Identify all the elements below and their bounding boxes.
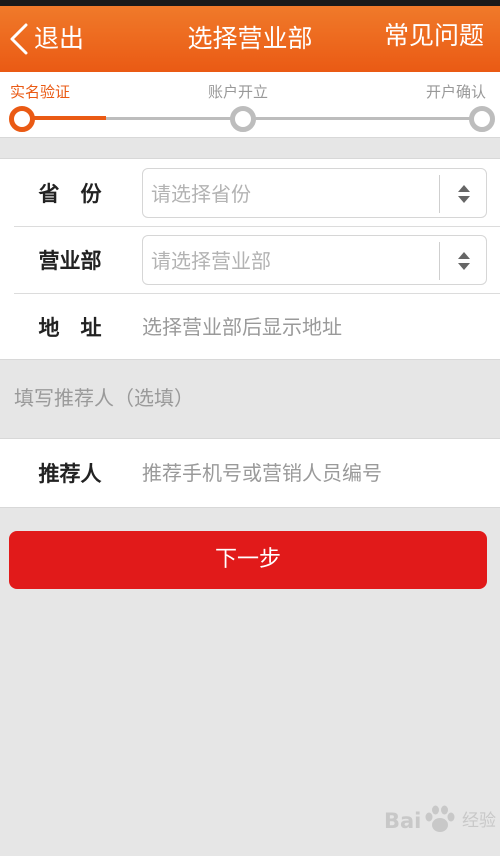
province-label: 省 份: [38, 182, 102, 206]
referrer-section-title: 填写推荐人（选填）: [14, 386, 194, 410]
progress-steps: 实名验证 账户开立 开户确认: [0, 72, 500, 138]
baidu-jingyan-watermark: Bai 经验: [384, 800, 496, 840]
branch-label: 营业部: [38, 249, 102, 273]
province-row: 省 份 请选择省份: [0, 160, 500, 226]
step-label-open-account: 账户开立: [208, 83, 269, 101]
step-dot-verify: [9, 106, 35, 132]
step-label-verify: 实名验证: [10, 83, 71, 101]
referrer-form: 推荐人 推荐手机号或营销人员编号: [0, 438, 500, 508]
paw-icon: [425, 805, 455, 832]
province-placeholder: 请选择省份: [151, 182, 251, 206]
referrer-label: 推荐人: [38, 462, 102, 486]
step-label-confirm: 开户确认: [426, 83, 487, 101]
step-dot-confirm: [469, 106, 495, 132]
app-header: 退出 选择营业部 常见问题: [0, 6, 500, 72]
province-select[interactable]: 请选择省份: [142, 168, 487, 218]
branch-select[interactable]: 请选择营业部: [142, 235, 487, 285]
sort-arrows-icon: [458, 252, 470, 270]
address-row: 地 址 选择营业部后显示地址: [0, 294, 500, 360]
referrer-input[interactable]: 推荐手机号或营销人员编号: [142, 439, 382, 507]
branch-row: 营业部 请选择营业部: [0, 227, 500, 293]
next-step-button[interactable]: 下一步: [9, 531, 487, 589]
watermark-text-left: Bai: [384, 809, 422, 833]
branch-placeholder: 请选择营业部: [151, 249, 271, 273]
branch-form: 省 份 请选择省份 营业部 请选择营业部 地 址 选择营业部后显示地址: [0, 158, 500, 360]
select-divider: [439, 175, 440, 213]
sort-arrows-icon: [458, 185, 470, 203]
address-value: 选择营业部后显示地址: [142, 315, 342, 339]
address-label: 地 址: [38, 316, 102, 340]
faq-button[interactable]: 常见问题: [384, 19, 484, 53]
step-dot-open-account: [230, 106, 256, 132]
watermark-text-right: 经验: [462, 811, 496, 831]
select-divider: [439, 242, 440, 280]
